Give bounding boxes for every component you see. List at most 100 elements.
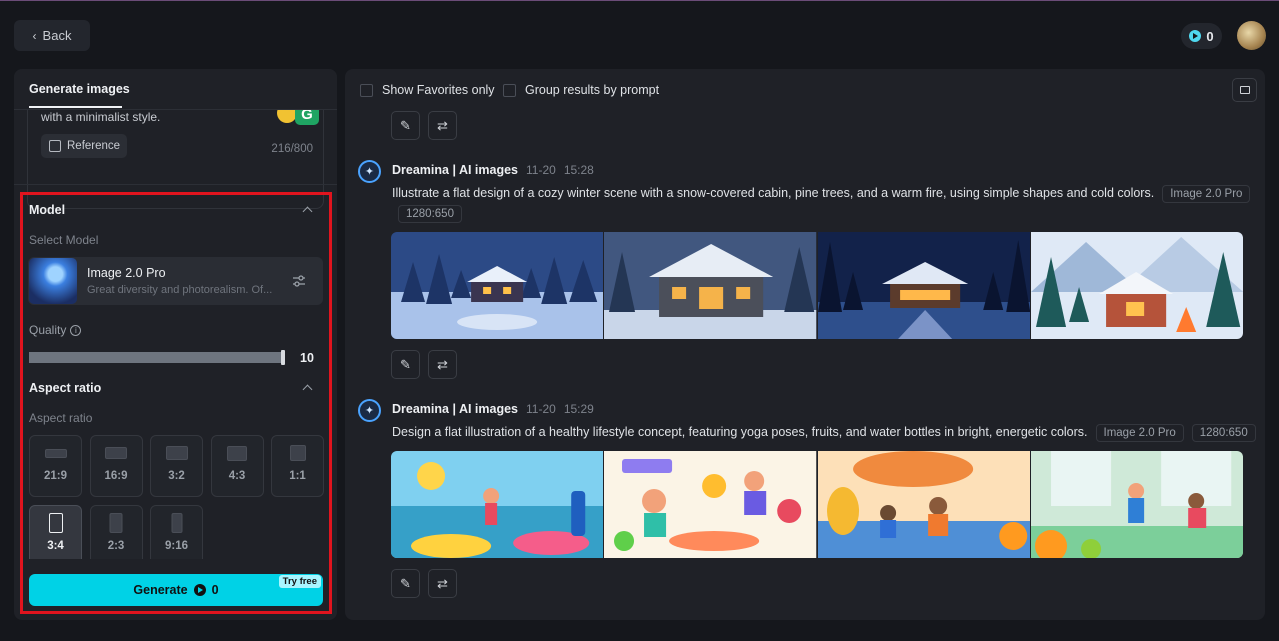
credit-coin-icon: [1189, 30, 1202, 42]
select-model-label: Select Model: [29, 233, 99, 247]
credits-count: 0: [1206, 28, 1214, 44]
image-add-icon: [49, 140, 61, 152]
tag-row: 1280:650: [392, 204, 462, 223]
ratio-shape-icon: [109, 513, 123, 533]
prompt-text: with a minimalist style.: [41, 110, 161, 124]
settings-sliders-icon[interactable]: [292, 274, 306, 288]
aspect-ratio-3-2-button[interactable]: 3:2: [150, 435, 203, 497]
ratio-shape-icon: [105, 447, 127, 459]
char-counter: 216/800: [271, 143, 313, 155]
ratio-shape-icon: [171, 513, 182, 533]
chevron-up-icon[interactable]: [302, 384, 313, 395]
generate-panel: with a minimalist style. G Reference 216…: [14, 69, 337, 620]
generate-button[interactable]: Generate 0 Try free: [29, 574, 323, 606]
group-by-prompt-toggle[interactable]: Group results by prompt: [503, 83, 659, 97]
prompt-textarea[interactable]: with a minimalist style. G Reference 216…: [27, 99, 324, 209]
quality-value: 10: [300, 351, 314, 365]
ratio-shape-icon: [289, 445, 306, 461]
edit-prompt-button[interactable]: ✎: [391, 111, 420, 140]
credits-badge[interactable]: 0: [1181, 23, 1222, 49]
generated-image[interactable]: [604, 451, 817, 558]
model-tag: Image 2.0 Pro: [1095, 424, 1184, 442]
aspect-ratio-2-3-button[interactable]: 2:3: [89, 505, 143, 559]
regenerate-button[interactable]: ⇄: [428, 111, 457, 140]
quality-label-row: Quality i: [29, 323, 82, 337]
quality-label: Quality: [29, 323, 67, 337]
aspect-ratio-label: 2:3: [107, 540, 125, 552]
checkbox[interactable]: [503, 83, 516, 97]
generation-author: Dreamina | AI images: [392, 402, 519, 416]
generated-image[interactable]: [817, 451, 1030, 558]
reference-label: Reference: [67, 140, 121, 152]
user-avatar[interactable]: [1237, 21, 1266, 50]
generate-cost: 0: [211, 583, 219, 597]
aspect-ratio-9-16-button[interactable]: 9:16: [150, 505, 203, 559]
generated-image[interactable]: [1030, 232, 1243, 339]
dreamina-avatar: ✦: [358, 160, 381, 183]
model-name: Image 2.0 Pro: [87, 266, 166, 280]
regenerate-button[interactable]: ⇄: [428, 350, 457, 379]
generated-image[interactable]: [391, 232, 604, 339]
generation-time: 15:29: [563, 402, 594, 416]
repeat-icon: ⇄: [437, 575, 448, 591]
edit-prompt-button[interactable]: ✎: [391, 350, 420, 379]
folder-icon: [1239, 86, 1250, 94]
ratio-shape-icon: [165, 446, 188, 460]
pencil-icon: ✎: [400, 117, 411, 133]
aspect-ratio-label: 1:1: [289, 470, 306, 482]
window-top-border: [0, 0, 1279, 1]
tab-generate-images[interactable]: Generate images: [29, 69, 130, 109]
model-thumbnail: [29, 258, 77, 304]
model-tag: Image 2.0 Pro: [1162, 185, 1251, 203]
aspect-ratio-label: 4:3: [228, 470, 246, 482]
pencil-icon: ✎: [400, 356, 411, 372]
generation-prompt-text: Illustrate a flat design of a cozy winte…: [392, 186, 1155, 200]
generation-time: 15:28: [563, 163, 594, 177]
quality-slider[interactable]: [29, 350, 285, 365]
edit-prompt-button[interactable]: ✎: [391, 569, 420, 598]
generation-prompt: Design a flat illustration of a healthy …: [392, 424, 1256, 442]
ratio-shape-icon: [48, 513, 63, 533]
group-by-prompt-label: Group results by prompt: [525, 83, 660, 97]
aspect-ratio-label: 3:2: [168, 470, 185, 482]
back-button[interactable]: ‹ Back: [14, 20, 90, 51]
aspect-ratio-16-9-button[interactable]: 16:9: [89, 435, 143, 497]
generation-prompt: Illustrate a flat design of a cozy winte…: [392, 185, 1251, 203]
model-section-title: Model: [29, 203, 66, 217]
show-favorites-toggle[interactable]: Show Favorites only: [360, 83, 495, 97]
aspect-section-title: Aspect ratio: [29, 381, 102, 395]
generation-date: 11-20: [526, 402, 556, 416]
generated-image[interactable]: [1030, 451, 1243, 558]
model-description: Great diversity and photorealism. Of...: [87, 284, 273, 296]
section-divider: [14, 184, 337, 185]
repeat-icon: ⇄: [437, 356, 448, 372]
folder-button[interactable]: [1232, 78, 1257, 102]
ratio-shape-icon: [227, 445, 247, 461]
back-label: Back: [42, 28, 72, 43]
ratio-shape-icon: [44, 448, 67, 458]
repeat-icon: ⇄: [437, 117, 448, 133]
aspect-ratio-21-9-button[interactable]: 21:9: [29, 435, 82, 497]
active-tab-indicator: [29, 106, 122, 108]
aspect-ratio-1-1-button[interactable]: 1:1: [271, 435, 324, 497]
pencil-icon: ✎: [400, 575, 411, 591]
quality-slider-handle[interactable]: [281, 350, 285, 365]
reference-button[interactable]: Reference: [41, 134, 127, 158]
generated-image[interactable]: [817, 232, 1030, 339]
model-selector[interactable]: Image 2.0 Pro Great diversity and photor…: [28, 257, 323, 305]
checkbox[interactable]: [360, 83, 373, 97]
show-favorites-label: Show Favorites only: [382, 83, 495, 97]
generated-image[interactable]: [604, 232, 817, 339]
tab-divider: [14, 109, 337, 110]
chevron-left-icon: ‹: [32, 28, 37, 43]
try-free-badge: Try free: [278, 575, 321, 588]
credit-coin-icon: [193, 584, 206, 596]
generation-images: [391, 451, 1243, 558]
aspect-ratio-3-4-button[interactable]: 3:4: [29, 505, 82, 559]
generated-image[interactable]: [391, 451, 604, 558]
info-icon[interactable]: i: [70, 325, 82, 337]
aspect-ratio-4-3-button[interactable]: 4:3: [210, 435, 264, 497]
generation-header: Dreamina | AI images 11-20 15:28: [392, 163, 594, 177]
regenerate-button[interactable]: ⇄: [428, 569, 457, 598]
generation-images: [391, 232, 1243, 339]
